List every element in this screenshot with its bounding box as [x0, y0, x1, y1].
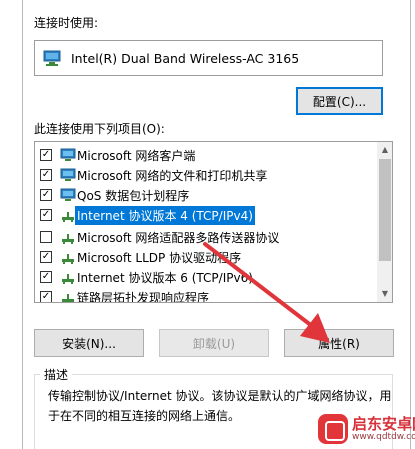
list-item-label: Microsoft 网络的文件和打印机共享	[77, 169, 268, 183]
checkbox-checked[interactable]: ✓	[40, 169, 52, 181]
list-item-label: Microsoft 网络客户端	[77, 149, 196, 163]
connect-using-label: 连接时使用:	[34, 16, 99, 30]
list-item[interactable]: ✓ Microsoft LLDP 协议驱动程序	[35, 247, 377, 267]
list-item[interactable]: ✓ Internet 协议版本 4 (TCP/IPv4)	[35, 205, 377, 225]
list-item-label: Internet 协议版本 6 (TCP/IPv6)	[77, 271, 253, 285]
uninstall-button[interactable]: 卸载(U)	[159, 329, 269, 357]
checkbox-checked[interactable]: ✓	[40, 189, 52, 201]
install-button[interactable]: 安装(N)...	[34, 329, 144, 357]
watermark-title: 启东安卓网	[352, 415, 415, 433]
list-item-label: Internet 协议版本 4 (TCP/IPv4)	[75, 206, 255, 225]
file-printer-sharing-icon	[60, 168, 76, 181]
list-item-label: Microsoft LLDP 协议驱动程序	[77, 251, 242, 265]
watermark-url: www.qdtdw.com	[352, 432, 415, 442]
checkbox-checked[interactable]: ✓	[40, 149, 52, 161]
list-item[interactable]: ✓ QoS 数据包计划程序	[35, 185, 377, 205]
adapter-name: Intel(R) Dual Band Wireless-AC 3165	[71, 51, 300, 66]
watermark-logo-icon	[318, 414, 348, 444]
protocol-icon	[62, 234, 74, 244]
items-list-label: 此连接使用下列项目(O):	[34, 122, 165, 136]
list-item[interactable]: ✓ 链路层拓扑发现响应程序	[35, 287, 377, 303]
scroll-down-arrow-icon[interactable]: ▼	[377, 286, 392, 302]
list-item-label: 链路层拓扑发现响应程序	[77, 291, 210, 303]
list-item-label: Microsoft 网络适配器多路传送器协议	[77, 231, 280, 245]
protocol-icon	[62, 254, 74, 264]
qos-scheduler-icon	[60, 188, 76, 201]
configure-button[interactable]: 配置(C)...	[296, 87, 383, 115]
dialog-border-right	[410, 0, 411, 449]
list-scrollbar[interactable]: ▲ ▼	[377, 142, 392, 302]
list-item[interactable]: ✓ Microsoft 网络的文件和打印机共享	[35, 165, 377, 185]
checkbox-unchecked[interactable]	[40, 231, 52, 243]
protocol-icon	[62, 274, 74, 284]
list-item[interactable]: ✓ Internet 协议版本 6 (TCP/IPv6)	[35, 267, 377, 287]
components-list[interactable]: ✓ Microsoft 网络客户端 ✓ Microsoft 网络的文件和打印机共享 ✓ Q…	[34, 141, 393, 303]
scroll-thumb[interactable]	[379, 159, 391, 261]
description-title: 描述	[40, 366, 73, 383]
checkbox-checked[interactable]: ✓	[40, 209, 52, 221]
checkbox-checked[interactable]: ✓	[40, 251, 52, 263]
scroll-up-arrow-icon[interactable]: ▲	[377, 142, 392, 158]
protocol-icon	[62, 294, 74, 302]
network-adapter-icon	[43, 50, 61, 66]
protocol-icon	[62, 212, 74, 222]
network-client-icon	[60, 148, 76, 161]
checkbox-checked[interactable]: ✓	[40, 271, 52, 283]
dialog-border-left	[22, 0, 23, 449]
list-item-label: QoS 数据包计划程序	[77, 189, 190, 203]
list-item[interactable]: Microsoft 网络适配器多路传送器协议	[35, 227, 377, 247]
properties-button[interactable]: 属性(R)	[284, 329, 394, 357]
list-item[interactable]: ✓ Microsoft 网络客户端	[35, 145, 377, 165]
adapter-field: Intel(R) Dual Band Wireless-AC 3165	[34, 40, 383, 76]
network-properties-dialog: 连接时使用: Intel(R) Dual Band Wireless-AC 31…	[0, 0, 415, 449]
checkbox-checked[interactable]: ✓	[40, 291, 52, 302]
